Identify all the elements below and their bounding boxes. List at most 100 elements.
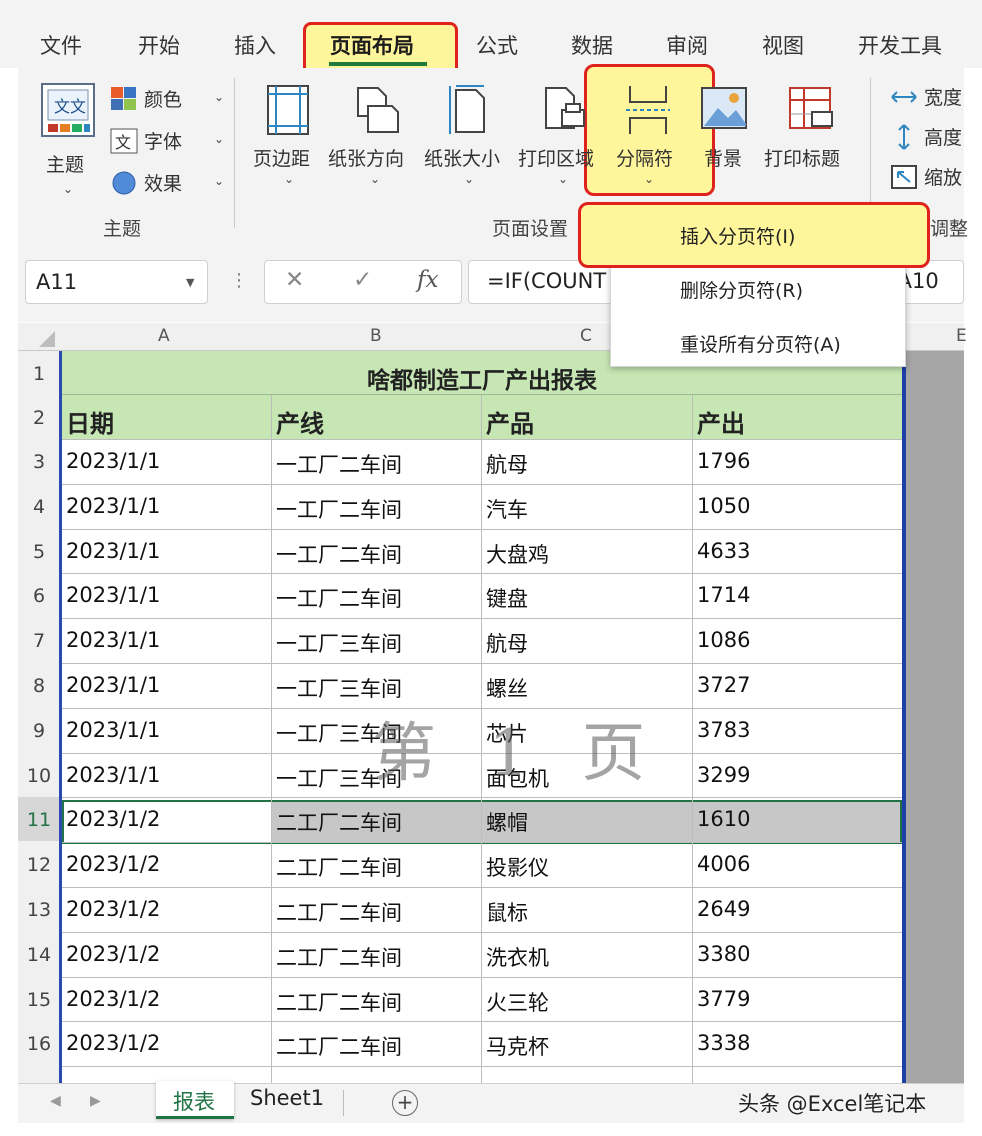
row-header-12[interactable]: 12 xyxy=(18,854,60,876)
name-box[interactable]: A11 xyxy=(25,260,208,304)
tab-review[interactable]: 审阅 xyxy=(666,30,708,60)
column-header-e[interactable]: E xyxy=(956,326,967,346)
tab-formulas[interactable]: 公式 xyxy=(476,30,518,60)
row-header-6[interactable]: 6 xyxy=(18,585,60,607)
cell-product[interactable]: 大盘鸡 xyxy=(486,539,549,569)
scale-option[interactable]: 缩放 xyxy=(890,162,970,192)
name-box-chevron-down-icon[interactable]: ▼ xyxy=(186,276,194,289)
cell-line[interactable]: 一工厂二车间 xyxy=(276,539,402,569)
more-options-icon[interactable]: ⋮ xyxy=(230,270,248,291)
tab-view[interactable]: 视图 xyxy=(762,30,804,60)
row-header-16[interactable]: 16 xyxy=(18,1033,60,1055)
row-header-2[interactable]: 2 xyxy=(18,407,60,429)
orientation-button[interactable]: 纸张方向 ⌄ xyxy=(328,68,424,198)
cell-line[interactable]: 二工厂二车间 xyxy=(276,807,402,837)
cell-date[interactable]: 2023/1/1 xyxy=(66,449,160,473)
cell-product[interactable]: 鼠标 xyxy=(486,897,528,927)
cell-output[interactable]: 1714 xyxy=(697,583,750,607)
cell-product[interactable]: 航母 xyxy=(486,449,528,479)
cell-date[interactable]: 2023/1/1 xyxy=(66,763,160,787)
cell-date[interactable]: 2023/1/2 xyxy=(66,942,160,966)
tab-file[interactable]: 文件 xyxy=(40,30,82,60)
menu-remove-page-break[interactable]: 删除分页符(R) xyxy=(680,276,803,303)
menu-reset-all-page-breaks[interactable]: 重设所有分页符(A) xyxy=(680,330,841,357)
width-option[interactable]: 宽度 xyxy=(890,82,970,112)
cell-output[interactable]: 3727 xyxy=(697,673,750,697)
cell-output[interactable]: 2649 xyxy=(697,897,750,921)
menu-insert-page-break[interactable]: 插入分页符(I) xyxy=(680,222,795,249)
sheet-tab-report[interactable]: 报表 xyxy=(173,1086,215,1116)
cell-line[interactable]: 一工厂二车间 xyxy=(276,449,402,479)
cell-output[interactable]: 3779 xyxy=(697,987,750,1011)
cell-product[interactable]: 螺帽 xyxy=(486,807,528,837)
row-header-14[interactable]: 14 xyxy=(18,944,60,966)
row-header-1[interactable]: 1 xyxy=(18,363,60,385)
header-date[interactable]: 日期 xyxy=(66,404,114,439)
themes-button[interactable]: 文 文 主题 ⌄ xyxy=(36,78,104,200)
row-header-13[interactable]: 13 xyxy=(18,899,60,921)
header-line[interactable]: 产线 xyxy=(276,404,324,439)
cell-date[interactable]: 2023/1/1 xyxy=(66,539,160,563)
select-all-icon[interactable] xyxy=(38,330,56,348)
column-header-a[interactable]: A xyxy=(158,326,170,346)
cell-product[interactable]: 航母 xyxy=(486,628,528,658)
cell-date[interactable]: 2023/1/2 xyxy=(66,897,160,921)
row-header-15[interactable]: 15 xyxy=(18,989,60,1011)
column-header-b[interactable]: B xyxy=(370,326,382,346)
theme-fonts-button[interactable]: 文 字体 ⌄ xyxy=(110,126,230,156)
cell-product[interactable]: 马克杯 xyxy=(486,1031,549,1061)
cell-line[interactable]: 一工厂二车间 xyxy=(276,583,402,613)
cell-line[interactable]: 二工厂二车间 xyxy=(276,987,402,1017)
next-sheet-icon[interactable]: ▶ xyxy=(90,1093,101,1109)
row-header-11[interactable]: 11 xyxy=(18,797,60,841)
cancel-icon[interactable]: ✕ xyxy=(285,267,304,293)
cell-date[interactable]: 2023/1/2 xyxy=(66,852,160,876)
cell-product[interactable]: 键盘 xyxy=(486,583,528,613)
cell-date[interactable]: 2023/1/1 xyxy=(66,718,160,742)
cell-line[interactable]: 二工厂二车间 xyxy=(276,1031,402,1061)
breaks-button[interactable]: 分隔符 ⌄ xyxy=(610,68,690,198)
add-sheet-button[interactable]: + xyxy=(392,1090,418,1116)
background-button[interactable]: 背景 xyxy=(694,68,756,198)
cell-output[interactable]: 3299 xyxy=(697,763,750,787)
row-header-5[interactable]: 5 xyxy=(18,541,60,563)
enter-icon[interactable]: ✓ xyxy=(353,267,372,293)
cell-output[interactable]: 1610 xyxy=(697,807,750,831)
cell-output[interactable]: 1086 xyxy=(697,628,750,652)
header-output[interactable]: 产出 xyxy=(697,404,745,439)
cell-date[interactable]: 2023/1/1 xyxy=(66,494,160,518)
row-header-3[interactable]: 3 xyxy=(18,451,60,473)
cell-date[interactable]: 2023/1/2 xyxy=(66,807,160,831)
cell-date[interactable]: 2023/1/1 xyxy=(66,673,160,697)
prev-sheet-icon[interactable]: ◀ xyxy=(50,1093,61,1109)
tab-page-layout[interactable]: 页面布局 xyxy=(330,30,414,60)
row-header-9[interactable]: 9 xyxy=(18,720,60,742)
cell-product[interactable]: 洗衣机 xyxy=(486,942,549,972)
cell-line[interactable]: 一工厂三车间 xyxy=(276,628,402,658)
cell-output[interactable]: 3338 xyxy=(697,1031,750,1055)
row-header-7[interactable]: 7 xyxy=(18,630,60,652)
row-header-4[interactable]: 4 xyxy=(18,496,60,518)
cell-date[interactable]: 2023/1/1 xyxy=(66,583,160,607)
insert-function-icon[interactable]: fx xyxy=(417,267,438,293)
column-header-c[interactable]: C xyxy=(580,326,592,346)
cell-product[interactable]: 汽车 xyxy=(486,494,528,524)
print-area-button[interactable]: 打印区域 ⌄ xyxy=(518,68,608,198)
cell-output[interactable]: 4006 xyxy=(697,852,750,876)
row-header-10[interactable]: 10 xyxy=(18,765,60,787)
cell-date[interactable]: 2023/1/2 xyxy=(66,1031,160,1055)
cell-line[interactable]: 一工厂三车间 xyxy=(276,673,402,703)
cell-date[interactable]: 2023/1/1 xyxy=(66,628,160,652)
cell-output[interactable]: 3783 xyxy=(697,718,750,742)
cell-output[interactable]: 1050 xyxy=(697,494,750,518)
cell-product[interactable]: 螺丝 xyxy=(486,673,528,703)
tab-home[interactable]: 开始 xyxy=(138,30,180,60)
header-product[interactable]: 产品 xyxy=(486,404,534,439)
size-button[interactable]: 纸张大小 ⌄ xyxy=(424,68,516,198)
cell-product[interactable]: 投影仪 xyxy=(486,852,549,882)
margins-button[interactable]: 页边距 ⌄ xyxy=(252,68,328,198)
cell-date[interactable]: 2023/1/2 xyxy=(66,987,160,1011)
theme-colors-button[interactable]: 颜色 ⌄ xyxy=(110,84,230,114)
row-header-8[interactable]: 8 xyxy=(18,675,60,697)
print-titles-button[interactable]: 打印标题 xyxy=(762,68,858,198)
